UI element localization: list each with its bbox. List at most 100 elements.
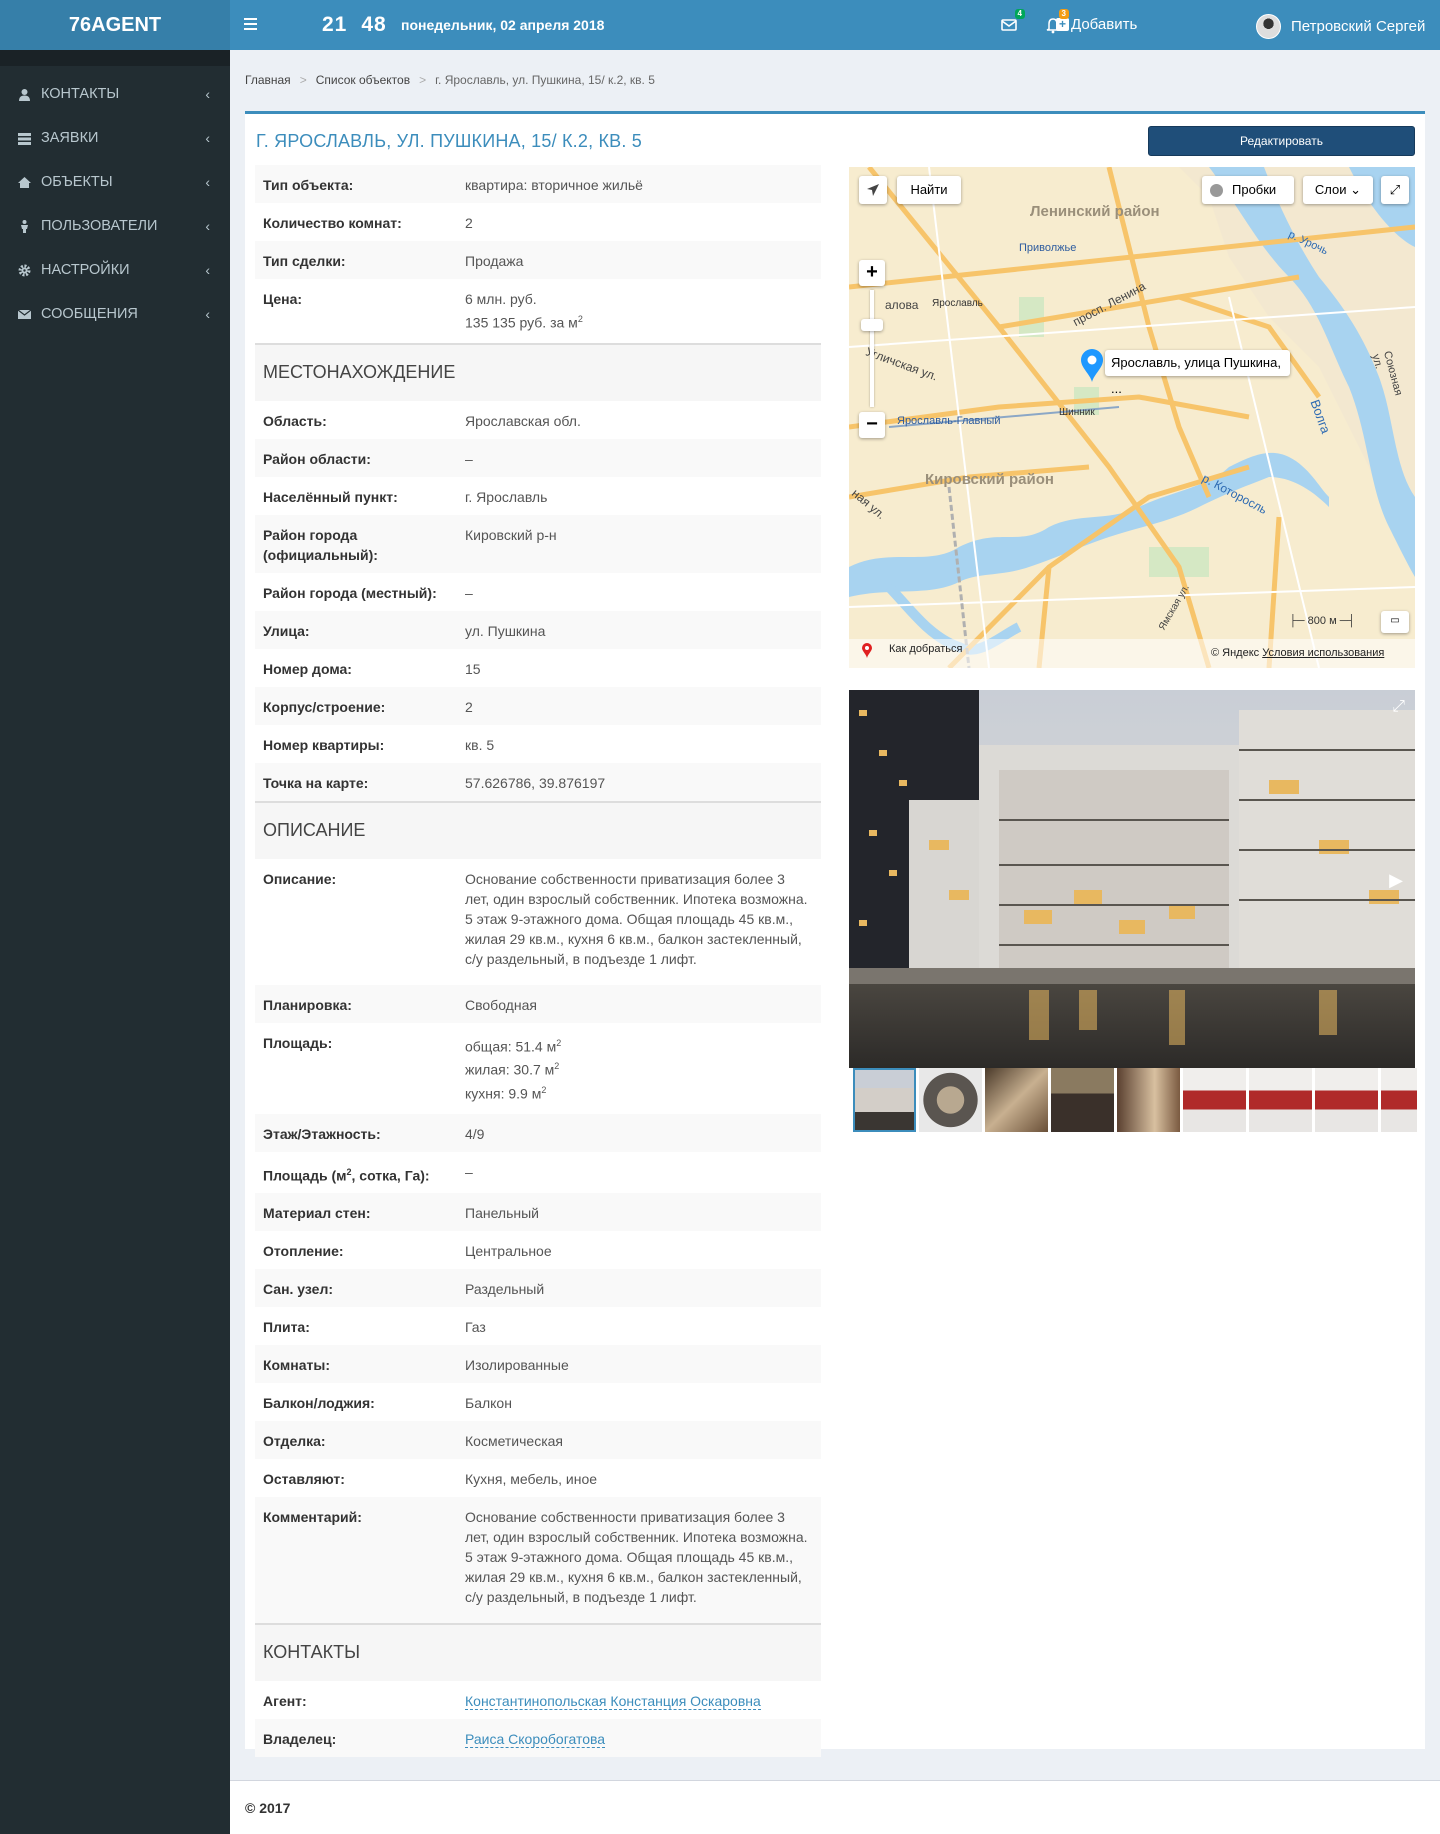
- section-description: ОПИСАНИЕ: [255, 800, 821, 859]
- thumbnail[interactable]: [919, 1068, 982, 1132]
- area-total: общая: 51.4 м: [465, 1038, 557, 1055]
- sidebar-item-requests[interactable]: ЗАЯВКИ ‹: [0, 116, 230, 160]
- messages-button[interactable]: 4: [997, 9, 1025, 37]
- detail-label: Комнаты:: [263, 1357, 330, 1374]
- land-label-a: Площадь (м: [263, 1167, 347, 1184]
- yandex-map[interactable]: Ленинский район Кировский район Приволжь…: [849, 167, 1415, 668]
- sidebar-item-settings[interactable]: НАСТРОЙКИ ‹: [0, 248, 230, 292]
- detail-value: Газ: [465, 1319, 486, 1336]
- expand-icon: ⤢: [1389, 182, 1401, 197]
- detail-label: Район города (официальный):: [263, 526, 378, 563]
- logo-text: 76AGENT: [68, 14, 162, 36]
- add-button[interactable]: + Добавить: [1056, 16, 1137, 33]
- detail-label: Материал стен:: [263, 1205, 371, 1222]
- detail-value: г. Ярославль: [465, 488, 548, 505]
- detail-value: Раздельный: [465, 1281, 545, 1298]
- app-logo[interactable]: 76AGENT: [0, 0, 230, 50]
- scale-bar-icon: ├─: [1289, 615, 1305, 627]
- fullscreen-button[interactable]: ⤢: [1381, 176, 1409, 204]
- page-title: г. Ярославль, ул. Пушкина, 15/ к.2, кв. …: [256, 131, 642, 151]
- sidebar-item-label: ПОЛЬЗОВАТЕЛИ: [41, 218, 158, 234]
- section-location: МЕСТОНАХОЖДЕНИЕ: [255, 342, 821, 401]
- map-balloon[interactable]: Ярославль, улица Пушкина, ...: [1105, 350, 1290, 396]
- thumbnail[interactable]: [1183, 1068, 1246, 1132]
- main-photo[interactable]: ⤢ ▶: [849, 690, 1415, 1068]
- detail-value: 2: [465, 698, 473, 715]
- terms-link[interactable]: Условия использования: [1262, 647, 1384, 659]
- detail-value: Основание собственности приватизация бол…: [465, 1509, 808, 1606]
- thumbnail[interactable]: [1051, 1068, 1114, 1132]
- zoom-in-button[interactable]: +: [859, 260, 885, 286]
- breadcrumb-list[interactable]: Список объектов: [316, 73, 410, 87]
- top-navbar: 21 48 понедельник, 02 апреля 2018 + Добави…: [230, 0, 1440, 50]
- traffic-button[interactable]: Пробки: [1202, 176, 1294, 204]
- map-pin-icon[interactable]: [1079, 348, 1105, 384]
- thumbnail[interactable]: [1315, 1068, 1378, 1132]
- detail-label: Область:: [263, 412, 327, 429]
- detail-value: 6 млн. руб. 135 135 руб. за м2: [465, 289, 813, 333]
- sidebar-item-contacts[interactable]: КОНТАКТЫ ‹: [0, 72, 230, 116]
- edit-button[interactable]: Редактировать: [1148, 126, 1415, 156]
- detail-row: Улица: ул. Пушкина: [255, 610, 821, 649]
- sup: 2: [556, 1037, 562, 1048]
- thumbnail[interactable]: [853, 1068, 916, 1132]
- layers-label: Слои: [1314, 182, 1347, 197]
- copyright-text: © Яндекс: [1211, 647, 1260, 659]
- sidebar: КОНТАКТЫ ‹ ЗАЯВКИ ‹ ОБЪЕКТЫ ‹ ПОЛЬЗОВАТЕЛИ ‹…: [0, 50, 230, 1834]
- zoom-slider[interactable]: [870, 290, 874, 407]
- ruler-button[interactable]: ▭: [1381, 611, 1409, 633]
- detail-label: Агент:: [263, 1693, 307, 1710]
- detail-row: Район города (местный): –: [255, 573, 821, 611]
- thumbnail[interactable]: [985, 1068, 1048, 1132]
- map-label: Ленинский район: [1030, 203, 1160, 220]
- map-label: Приволжье: [1019, 242, 1077, 254]
- notifications-badge: 3: [1058, 9, 1069, 19]
- sidebar-item-objects[interactable]: ОБЪЕКТЫ ‹: [0, 160, 230, 204]
- detail-row: Точка на карте: 57.626786, 39.876197: [255, 762, 821, 801]
- sidebar-item-label: ЗАЯВКИ: [41, 130, 99, 146]
- zoom-out-button[interactable]: −: [859, 412, 885, 438]
- detail-label: Отопление:: [263, 1243, 344, 1260]
- next-arrow-icon[interactable]: ▶: [1389, 870, 1403, 891]
- user-menu[interactable]: Петровский Сергей: [1256, 13, 1425, 39]
- route-link[interactable]: Как добраться: [889, 643, 962, 655]
- clock: 21 48: [322, 13, 401, 37]
- expand-icon[interactable]: ⤢: [1392, 698, 1405, 716]
- price-value: 6 млн. руб.: [465, 291, 537, 307]
- detail-value: общая: 51.4 м2 жилая: 30.7 м2 кухня: 9.9 м…: [465, 1033, 813, 1104]
- list-icon: [18, 132, 31, 145]
- detail-row: Номер дома: 15: [255, 649, 821, 687]
- detail-row: Этаж/Этажность: 4/9: [255, 1113, 821, 1152]
- zoom-slider-handle[interactable]: [861, 319, 883, 331]
- map-label: Ярославль: [932, 298, 983, 309]
- breadcrumb-home[interactable]: Главная: [245, 73, 291, 87]
- sidebar-item-users[interactable]: ПОЛЬЗОВАТЕЛИ ‹: [0, 204, 230, 248]
- sup: 2: [577, 314, 583, 324]
- agent-link[interactable]: Константинопольская Констанция Оскаровна: [465, 1693, 761, 1711]
- sidebar-toggle-icon[interactable]: [244, 15, 264, 35]
- detail-row: Отделка: Косметическая: [255, 1421, 821, 1460]
- detail-label: Оставляют:: [263, 1471, 345, 1488]
- detail-label: Владелец:: [263, 1731, 337, 1748]
- land-label-b: , сотка, Га):: [351, 1167, 430, 1184]
- geolocation-button[interactable]: [859, 176, 887, 204]
- chevron-down-icon: ⌄: [1350, 182, 1362, 197]
- detail-value: Продажа: [465, 253, 524, 269]
- detail-value: –: [465, 1163, 473, 1180]
- thumbnail[interactable]: [1381, 1068, 1417, 1132]
- detail-label: Планировка:: [263, 996, 352, 1013]
- detail-value: Изолированные: [465, 1357, 569, 1374]
- sidebar-item-messages[interactable]: СООБЩЕНИЯ ‹: [0, 292, 230, 336]
- owner-link[interactable]: Раиса Скоробогатова: [465, 1731, 606, 1749]
- thumbnail[interactable]: [1249, 1068, 1312, 1132]
- detail-row: Комнаты: Изолированные: [255, 1345, 821, 1384]
- detail-label: Номер дома:: [263, 660, 352, 677]
- layers-button[interactable]: Слои ⌄: [1303, 176, 1373, 204]
- section-contacts: КОНТАКТЫ: [255, 1623, 821, 1682]
- notifications-button[interactable]: 3: [1041, 9, 1069, 37]
- traffic-label: Пробки: [1232, 182, 1277, 197]
- map-find-button[interactable]: Найти: [897, 176, 961, 204]
- thumbnail[interactable]: [1117, 1068, 1180, 1132]
- detail-row: Площадь: общая: 51.4 м2 жилая: 30.7 м2 кухн…: [255, 1023, 821, 1114]
- locate-arrow-icon: [867, 184, 879, 196]
